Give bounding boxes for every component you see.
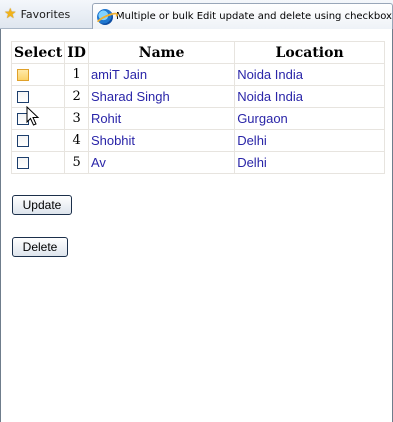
location-cell: Noida India [234,85,385,108]
page-content: Select ID Name Location 1 amiT Jain Noid… [0,29,393,422]
column-header-name: Name [87,41,236,64]
name-cell: Rohit [87,107,236,130]
location-cell: Noida India [234,63,385,86]
star-icon: ★ [4,6,17,22]
column-header-location: Location [234,41,385,64]
data-grid: Select ID Name Location 1 amiT Jain Noid… [10,41,385,174]
id-cell: 3 [64,107,89,130]
table-row: 2 Sharad Singh Noida India [10,85,385,108]
location-cell: Delhi [234,129,385,152]
browser-tab[interactable]: Multiple or bulk Edit update and delete … [92,3,393,29]
table-row: 4 Shobhit Delhi [10,129,385,152]
name-cell: amiT Jain [87,63,236,86]
row-select-checkbox[interactable] [17,68,29,81]
location-cell: Gurgaon [234,107,385,130]
grid-header-row: Select ID Name Location [10,41,385,64]
ie-icon [97,8,113,25]
favorites-button[interactable]: ★ Favorites [4,4,70,24]
table-row: 3 Rohit Gurgaon [10,107,385,130]
id-cell: 1 [64,63,89,86]
id-cell: 5 [64,151,89,174]
name-cell: Shobhit [87,129,236,152]
row-select-checkbox[interactable] [17,156,29,169]
mouse-cursor-icon [26,106,40,126]
location-cell: Delhi [234,151,385,174]
column-header-id: ID [64,41,89,64]
favorites-label: Favorites [20,7,71,21]
delete-button[interactable]: Delete [12,237,68,257]
row-select-checkbox[interactable] [17,90,29,103]
row-select-checkbox[interactable] [17,134,29,147]
id-cell: 2 [64,85,89,108]
table-row: 5 Av Delhi [10,151,385,174]
id-cell: 4 [64,129,89,152]
browser-tab-bar: ★ Favorites Multiple or bulk Edit update… [0,0,393,29]
column-header-select: Select [10,41,66,64]
table-row: 1 amiT Jain Noida India [10,63,385,86]
update-button[interactable]: Update [12,195,72,215]
tab-title: Multiple or bulk Edit update and delete … [116,11,392,22]
name-cell: Sharad Singh [87,85,236,108]
name-cell: Av [87,151,236,174]
